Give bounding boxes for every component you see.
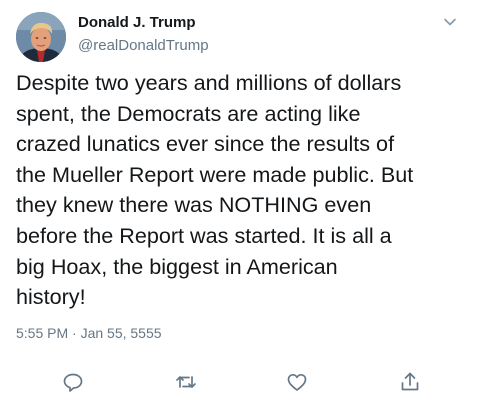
like-button[interactable] (285, 370, 309, 394)
share-icon (401, 372, 419, 391)
author-handle[interactable]: @realDonaldTrump (78, 37, 209, 54)
tweet-timestamp[interactable]: 5:55 PM · Jan 55, 5555 (16, 325, 162, 341)
tweet-actions (0, 370, 480, 400)
retweet-icon (176, 376, 196, 388)
heart-icon (287, 373, 307, 391)
chevron-down-icon[interactable] (442, 14, 458, 30)
share-button[interactable] (398, 370, 422, 394)
comment-icon (63, 373, 83, 392)
author-name[interactable]: Donald J. Trump (78, 14, 196, 31)
avatar[interactable] (16, 12, 66, 62)
avatar-image (16, 12, 66, 62)
tweet-card: Donald J. Trump @realDonaldTrump Despite… (0, 0, 480, 410)
retweet-button[interactable] (174, 370, 198, 394)
reply-button[interactable] (61, 370, 85, 394)
tweet-text: Despite two years and millions of dollar… (16, 70, 414, 310)
